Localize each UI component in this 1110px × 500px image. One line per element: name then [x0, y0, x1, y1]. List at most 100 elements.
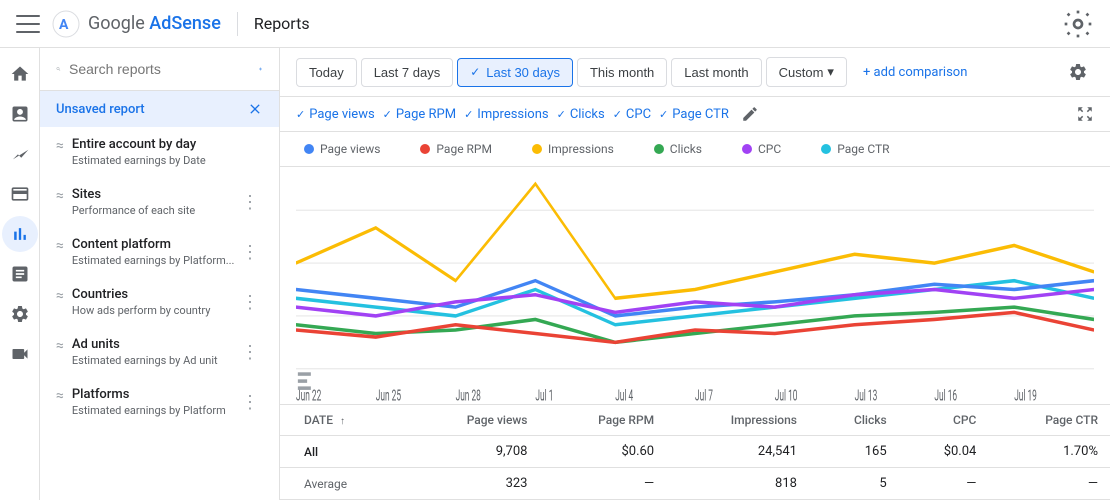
chart-bar-icon-btn[interactable] [2, 216, 38, 252]
legend-dot-page-ctr [821, 144, 831, 154]
col-page-views[interactable]: Page views [405, 405, 539, 436]
svg-text:Jul 7: Jul 7 [695, 387, 713, 404]
last-month-filter-btn[interactable]: Last month [671, 58, 761, 87]
this-month-filter-btn[interactable]: This month [577, 58, 667, 87]
check-impressions-icon: ✓ [464, 108, 473, 121]
table-row-all: All 9,708 $0.60 24,541 165 $0.04 1.70% [280, 436, 1110, 468]
col-clicks[interactable]: Clicks [809, 405, 899, 436]
reports-sidebar: Unsaved report ≈ Entire account by day E… [40, 48, 280, 500]
logo-brand: AdSense [149, 13, 221, 34]
main-content: Today Last 7 days ✓ Last 30 days This mo… [280, 48, 1110, 500]
report-name-sites: Sites [72, 187, 195, 202]
row-all-page-rpm: $0.60 [539, 436, 666, 468]
col-impressions[interactable]: Impressions [666, 405, 809, 436]
search-icon [56, 60, 61, 78]
report-icon-sites: ≈ [56, 188, 64, 204]
report-name-platforms: Platforms [72, 387, 226, 402]
payments-icon-btn[interactable] [2, 176, 38, 212]
report-desc-ad-units: Estimated earnings by Ad unit [72, 354, 218, 367]
logo-icon: A [52, 10, 80, 38]
legend-page-rpm: Page RPM [420, 142, 492, 156]
more-icon-countries[interactable]: ⋮ [237, 288, 263, 317]
chip-clicks[interactable]: ✓ Clicks [557, 107, 605, 122]
filter-settings-icon[interactable] [1062, 56, 1094, 88]
chip-page-rpm[interactable]: ✓ Page RPM [383, 107, 456, 122]
edit-metrics-icon[interactable] [741, 105, 759, 123]
icon-sidebar [0, 48, 40, 500]
add-report-icon[interactable] [258, 60, 263, 78]
chip-page-ctr[interactable]: ✓ Page CTR [659, 107, 729, 122]
last-7-filter-btn[interactable]: Last 7 days [361, 58, 454, 87]
more-icon-sites[interactable]: ⋮ [237, 188, 263, 217]
svg-text:Jul 1: Jul 1 [535, 387, 553, 404]
report-name-content-platform: Content platform [72, 237, 235, 252]
report-item-platforms[interactable]: ≈ Platforms Estimated earnings by Platfo… [40, 377, 279, 427]
report-desc-countries: How ads perform by country [72, 304, 211, 317]
analytics-icon-btn[interactable] [2, 136, 38, 172]
row-all-impressions: 24,541 [666, 436, 809, 468]
today-filter-btn[interactable]: Today [296, 58, 357, 87]
report-desc-platforms: Estimated earnings by Platform [72, 404, 226, 417]
data-table: DATE ↑ Page views Page RPM Impressions C… [280, 405, 1110, 500]
check-page-views-icon: ✓ [296, 108, 305, 121]
unsaved-report-item[interactable]: Unsaved report [40, 91, 279, 127]
report-item-sites[interactable]: ≈ Sites Performance of each site ⋮ [40, 177, 279, 227]
legend-page-views: Page views [304, 142, 380, 156]
reports-icon-btn[interactable] [2, 96, 38, 132]
table-row-average: Average 323 — 818 5 — — [280, 468, 1110, 500]
search-input[interactable] [69, 61, 250, 77]
col-page-ctr[interactable]: Page CTR [988, 405, 1110, 436]
report-item-ad-units[interactable]: ≈ Ad units Estimated earnings by Ad unit… [40, 327, 279, 377]
gear-icon-btn[interactable] [2, 296, 38, 332]
report-desc-content-platform: Estimated earnings by Platform... [72, 254, 235, 267]
report-icon-ad-units: ≈ [56, 338, 64, 354]
page-title: Reports [254, 14, 310, 33]
chip-impressions[interactable]: ✓ Impressions [464, 107, 549, 122]
home-icon-btn[interactable] [2, 56, 38, 92]
video-icon-btn[interactable] [2, 336, 38, 372]
report-icon-platforms: ≈ [56, 388, 64, 404]
legend-dot-page-views [304, 144, 314, 154]
report-desc-entire-account: Estimated earnings by Date [72, 154, 206, 167]
chip-cpc[interactable]: ✓ CPC [613, 107, 651, 122]
hamburger-button[interactable] [16, 12, 40, 36]
row-all-page-ctr: 1.70% [988, 436, 1110, 468]
svg-text:Jul 10: Jul 10 [775, 387, 798, 404]
check-page-ctr-icon: ✓ [659, 108, 668, 121]
report-desc-sites: Performance of each site [72, 204, 195, 217]
settings-gear-icon[interactable] [1062, 8, 1094, 40]
col-cpc[interactable]: CPC [899, 405, 989, 436]
svg-text:Jul 16: Jul 16 [934, 387, 957, 404]
svg-text:Jul 4: Jul 4 [615, 387, 633, 404]
more-icon-content-platform[interactable]: ⋮ [237, 238, 263, 267]
svg-text:A: A [59, 17, 69, 33]
close-icon[interactable] [247, 101, 263, 117]
row-all-label: All [280, 436, 405, 468]
data-table-wrap: DATE ↑ Page views Page RPM Impressions C… [280, 404, 1110, 500]
optimization-icon-btn[interactable] [2, 256, 38, 292]
chip-page-views[interactable]: ✓ Page views [296, 107, 375, 122]
more-icon-ad-units[interactable]: ⋮ [237, 338, 263, 367]
expand-chart-icon[interactable] [1076, 105, 1094, 123]
report-item-content-platform[interactable]: ≈ Content platform Estimated earnings by… [40, 227, 279, 277]
row-all-clicks: 165 [809, 436, 899, 468]
add-comparison-btn[interactable]: + add comparison [851, 59, 979, 86]
legend-dot-clicks [654, 144, 664, 154]
table-header-row: DATE ↑ Page views Page RPM Impressions C… [280, 405, 1110, 436]
row-avg-impressions: 818 [666, 468, 809, 500]
metric-chips-bar: ✓ Page views ✓ Page RPM ✓ Impressions ✓ … [280, 97, 1110, 132]
col-date[interactable]: DATE ↑ [280, 405, 405, 436]
report-item-countries[interactable]: ≈ Countries How ads perform by country ⋮ [40, 277, 279, 327]
svg-text:Jul 13: Jul 13 [855, 387, 878, 404]
date-filter-bar: Today Last 7 days ✓ Last 30 days This mo… [280, 48, 1110, 97]
check-clicks-icon: ✓ [557, 108, 566, 121]
report-item-entire-account[interactable]: ≈ Entire account by day Estimated earnin… [40, 127, 279, 177]
more-icon-platforms[interactable]: ⋮ [237, 388, 263, 417]
legend-cpc: CPC [742, 142, 781, 156]
last-30-filter-btn[interactable]: ✓ Last 30 days [457, 58, 573, 87]
custom-filter-btn[interactable]: Custom ▾ [766, 57, 847, 87]
col-page-rpm[interactable]: Page RPM [539, 405, 666, 436]
report-name-entire-account: Entire account by day [72, 137, 206, 152]
report-icon-entire-account: ≈ [56, 138, 64, 154]
legend-dot-page-rpm [420, 144, 430, 154]
